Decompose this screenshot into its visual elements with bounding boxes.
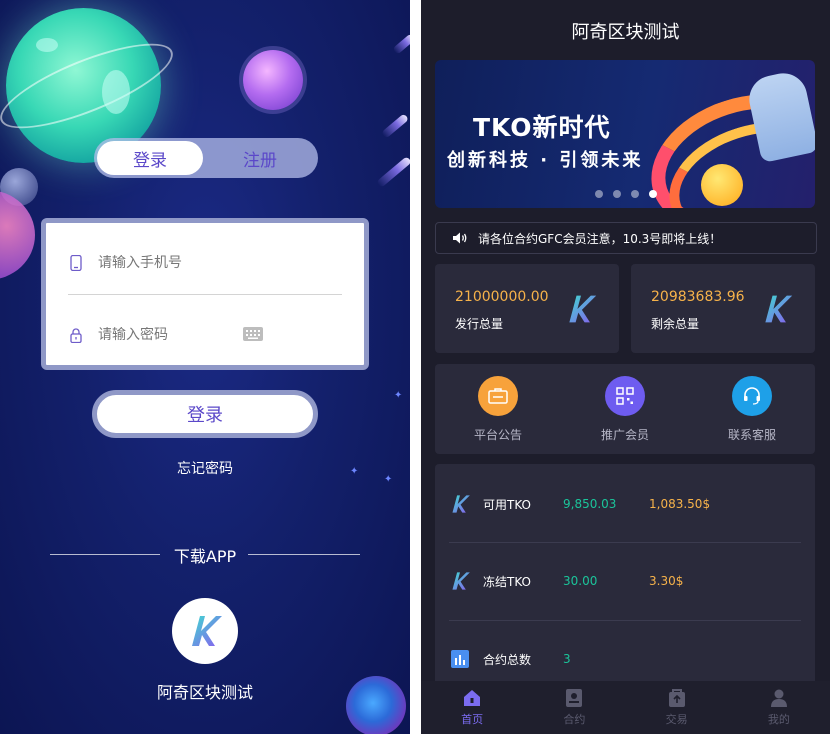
planet-crater: [36, 38, 58, 52]
password-input[interactable]: [98, 327, 248, 343]
headset-icon: [732, 376, 772, 416]
banner-pagination: [595, 190, 657, 198]
k-logo-icon: [192, 616, 222, 646]
page-title: 阿奇区块测试: [571, 22, 680, 43]
k-logo-icon: [449, 493, 471, 515]
tab-home[interactable]: 首页: [421, 681, 523, 734]
password-field: [68, 317, 348, 353]
keyboard-icon[interactable]: [243, 327, 263, 341]
meteor-illustration: [392, 33, 410, 55]
forgot-password-link[interactable]: 忘记密码: [0, 458, 410, 478]
banner-ball: [701, 164, 743, 206]
tab-trade[interactable]: 交易: [626, 681, 728, 734]
k-logo-icon: [449, 570, 471, 592]
quick-link-announcement[interactable]: 平台公告: [448, 376, 548, 443]
banner-dot[interactable]: [595, 190, 603, 198]
divider-line: [248, 554, 360, 555]
tab-contract[interactable]: 合约: [523, 681, 625, 734]
login-register-switch: 登录 注册: [94, 138, 318, 178]
promo-banner[interactable]: TKO新时代 创新科技 · 引领未来: [435, 60, 815, 208]
banner-headline: TKO新时代: [473, 113, 611, 142]
quick-links: 平台公告 推广会员 联系客服: [435, 364, 815, 454]
trade-icon: [668, 688, 686, 707]
speaker-icon: [453, 232, 467, 244]
asset-value: 1,083.50$: [649, 497, 711, 511]
banner-subline: 创新科技 · 引领未来: [447, 150, 644, 171]
tab-label: 交易: [665, 712, 688, 726]
purple-planet-illustration: [243, 50, 303, 110]
bar-chart-icon: [449, 648, 471, 670]
banner-dot[interactable]: [631, 190, 639, 198]
list-divider: [449, 542, 801, 543]
notice-text: 请各位合约GFC会员注意，10.3号即将上线！: [478, 231, 722, 246]
tab-profile[interactable]: 我的: [728, 681, 830, 734]
lock-icon: [68, 327, 84, 343]
tab-label: 首页: [461, 712, 484, 726]
stat-label: 发行总量: [455, 317, 504, 331]
quick-link-label: 平台公告: [473, 428, 522, 442]
asset-name: 合约总数: [483, 652, 532, 667]
asset-amount: 9,850.03: [563, 497, 617, 511]
tab-login[interactable]: 登录: [97, 141, 203, 175]
planet-ring: [0, 27, 183, 145]
home-screen: 阿奇区块测试 TKO新时代 创新科技 · 引领未来 请各位合约GFC会员注意，1…: [421, 0, 830, 734]
tab-label: 我的: [767, 712, 790, 726]
asset-value: 3.30$: [649, 574, 684, 588]
home-icon: [463, 689, 481, 707]
phone-input[interactable]: [98, 255, 248, 271]
announcement-icon: [478, 376, 518, 416]
app-download-logo[interactable]: [172, 598, 238, 664]
quick-link-label: 推广会员: [600, 428, 649, 442]
download-app-title: 下载APP: [173, 547, 237, 566]
list-item[interactable]: 可用TKO 9,850.03 1,083.50$: [449, 484, 801, 524]
notice-bar[interactable]: 请各位合约GFC会员注意，10.3号即将上线！: [435, 222, 817, 254]
asset-amount: 3: [563, 652, 571, 666]
stat-card-remaining: 20983683.96 剩余总量: [631, 264, 815, 353]
user-icon: [770, 689, 788, 707]
k-logo-icon: [765, 295, 793, 323]
bottom-tab-bar: 首页 合约 交易 我的: [421, 681, 830, 734]
app-name: 阿奇区块测试: [156, 683, 253, 702]
stat-label: 剩余总量: [651, 317, 700, 331]
tab-register[interactable]: 注册: [206, 141, 314, 175]
banner-dot-active[interactable]: [649, 190, 657, 198]
quick-link-support[interactable]: 联系客服: [702, 376, 802, 443]
login-button[interactable]: 登录: [92, 390, 318, 438]
asset-name: 可用TKO: [483, 497, 531, 512]
qr-code-icon: [605, 376, 645, 416]
phone-icon: [68, 255, 84, 271]
tab-label: 合约: [563, 712, 586, 726]
meteor-illustration: [376, 156, 410, 188]
quick-link-label: 联系客服: [727, 428, 776, 442]
asset-name: 冻结TKO: [483, 574, 531, 589]
banner-dot[interactable]: [613, 190, 621, 198]
pink-planet-illustration: [0, 190, 35, 280]
login-screen: ✦ ✦ ✦ 登录 注册 登录 忘记密码 下载APP: [0, 0, 410, 734]
asset-list: 可用TKO 9,850.03 1,083.50$ 冻结TKO 30.00 3.3…: [435, 464, 815, 694]
list-item[interactable]: 冻结TKO 30.00 3.30$: [449, 561, 801, 601]
quick-link-referral[interactable]: 推广会员: [575, 376, 675, 443]
planet-crater: [102, 70, 130, 114]
stat-value: 20983683.96: [651, 289, 745, 305]
meteor-illustration: [380, 113, 410, 139]
star-decoration: ✦: [394, 390, 403, 401]
phone-field: [68, 245, 348, 281]
contract-icon: [565, 688, 583, 707]
asset-amount: 30.00: [563, 574, 598, 588]
login-form-card: [41, 218, 369, 370]
stat-card-issued: 21000000.00 发行总量: [435, 264, 619, 353]
field-divider: [68, 294, 342, 295]
list-item[interactable]: 合约总数 3: [449, 639, 801, 679]
k-logo-icon: [569, 295, 597, 323]
list-divider: [449, 620, 801, 621]
stat-value: 21000000.00: [455, 289, 549, 305]
